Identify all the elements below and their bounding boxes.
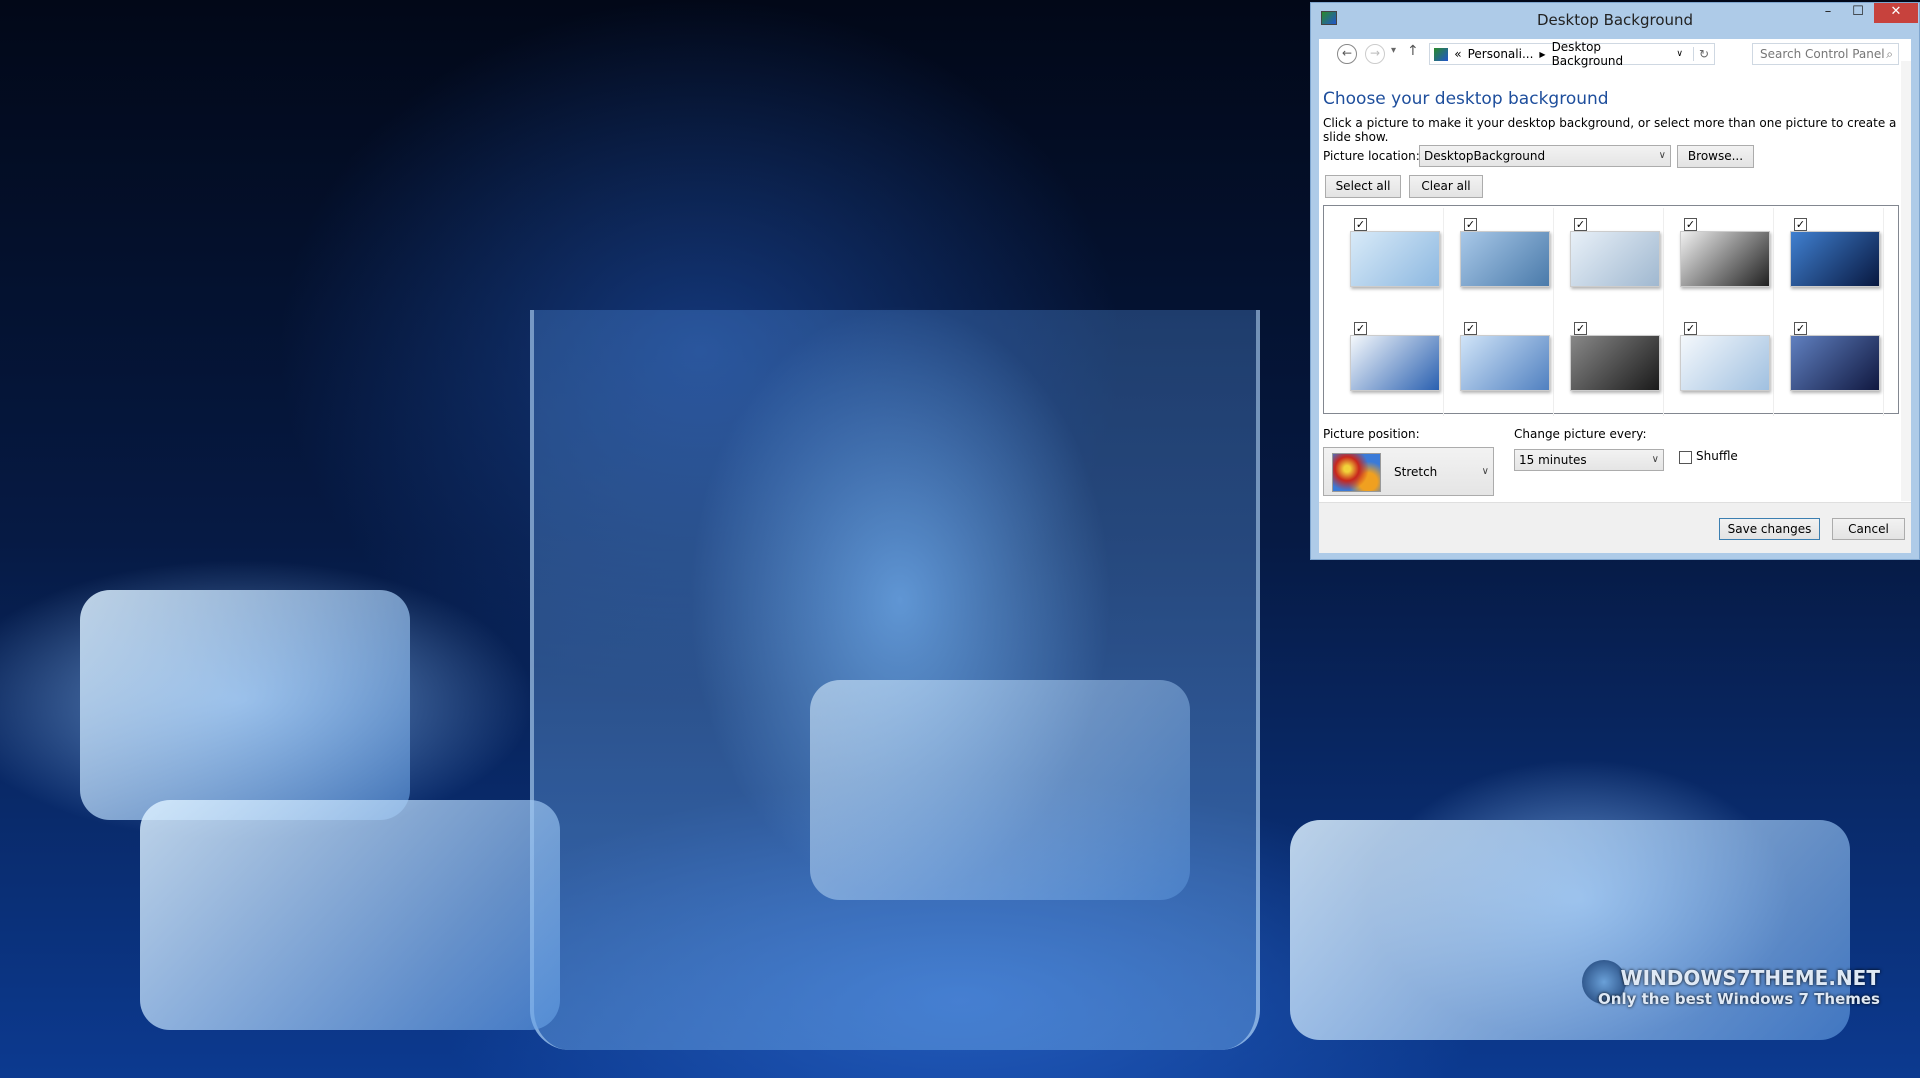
thumbnail-item[interactable]: ✓ bbox=[1554, 312, 1664, 416]
thumbnail-checkbox[interactable]: ✓ bbox=[1794, 322, 1807, 335]
picture-grid: ✓ ✓ ✓ ✓ ✓ ✓ ✓ ✓ ✓ ✓ bbox=[1323, 205, 1899, 416]
recent-pages-button[interactable]: ▾ bbox=[1391, 45, 1396, 56]
search-input[interactable]: Search Control Panel ⌕ bbox=[1752, 43, 1899, 65]
thumbnail-checkbox[interactable]: ✓ bbox=[1574, 218, 1587, 231]
thumbnail-checkbox[interactable]: ✓ bbox=[1354, 218, 1367, 231]
page-description: Click a picture to make it your desktop … bbox=[1323, 116, 1897, 144]
thumbnail-item[interactable]: ✓ bbox=[1554, 208, 1664, 312]
desktop-background-window: Desktop Background – ☐ ✕ ← → ▾ ↑ « Perso… bbox=[1310, 2, 1920, 560]
wallpaper-ice-cube bbox=[810, 680, 1190, 900]
thumbnail-checkbox[interactable]: ✓ bbox=[1464, 322, 1477, 335]
thumbnail-image[interactable] bbox=[1680, 231, 1770, 287]
watermark: WINDOWS7THEME.NET Only the best Windows … bbox=[1598, 966, 1880, 1008]
thumbnail-image[interactable] bbox=[1790, 231, 1880, 287]
picture-position-label: Picture position: bbox=[1323, 427, 1420, 441]
thumbnail-image[interactable] bbox=[1570, 231, 1660, 287]
dialog-footer: Save changes Cancel bbox=[1319, 502, 1911, 553]
thumbnail-item[interactable]: ✓ bbox=[1444, 312, 1554, 416]
thumbnail-checkbox[interactable]: ✓ bbox=[1354, 322, 1367, 335]
select-all-button[interactable]: Select all bbox=[1325, 175, 1401, 198]
thumbnail-checkbox[interactable]: ✓ bbox=[1574, 322, 1587, 335]
breadcrumb-prefix[interactable]: « bbox=[1454, 47, 1461, 61]
thumbnail-item[interactable]: ✓ bbox=[1774, 208, 1884, 312]
browse-button[interactable]: Browse... bbox=[1677, 145, 1754, 168]
thumbnail-item[interactable]: ✓ bbox=[1444, 208, 1554, 312]
chevron-down-icon: ∨ bbox=[1651, 454, 1659, 465]
clear-all-button[interactable]: Clear all bbox=[1409, 175, 1483, 198]
thumbnail-checkbox[interactable]: ✓ bbox=[1794, 218, 1807, 231]
address-dropdown-icon[interactable]: ∨ bbox=[1676, 49, 1687, 59]
thumbnail-image[interactable] bbox=[1680, 335, 1770, 391]
cancel-button[interactable]: Cancel bbox=[1832, 518, 1905, 540]
control-panel-icon bbox=[1434, 47, 1449, 61]
chevron-right-icon: ▶ bbox=[1539, 49, 1546, 59]
breadcrumb-desktop-background[interactable]: Desktop Background bbox=[1552, 40, 1671, 68]
thumbnail-item[interactable]: ✓ bbox=[1334, 208, 1444, 312]
thumbnail-image[interactable] bbox=[1460, 335, 1550, 391]
change-picture-interval-dropdown[interactable]: 15 minutes ∨ bbox=[1514, 449, 1664, 471]
thumbnail-item[interactable]: ✓ bbox=[1774, 312, 1884, 416]
thumbnail-image[interactable] bbox=[1350, 231, 1440, 287]
address-bar[interactable]: « Personali... ▶ Desktop Background ∨ ↻ bbox=[1429, 40, 1715, 68]
thumbnail-image[interactable] bbox=[1350, 335, 1440, 391]
chevron-down-icon: ∨ bbox=[1658, 150, 1666, 161]
chevron-down-icon: ∨ bbox=[1481, 466, 1489, 477]
thumbnail-checkbox[interactable]: ✓ bbox=[1464, 218, 1477, 231]
breadcrumb-personalization[interactable]: Personali... bbox=[1468, 47, 1534, 61]
shuffle-checkbox[interactable] bbox=[1679, 451, 1692, 464]
refresh-button[interactable]: ↻ bbox=[1692, 47, 1714, 61]
close-button[interactable]: ✕ bbox=[1874, 3, 1918, 23]
minimize-button[interactable]: – bbox=[1813, 3, 1843, 23]
search-icon[interactable]: ⌕ bbox=[1886, 44, 1893, 64]
thumbnail-image[interactable] bbox=[1790, 335, 1880, 391]
thumbnail-checkbox[interactable]: ✓ bbox=[1684, 218, 1697, 231]
picture-location-label: Picture location: bbox=[1323, 149, 1420, 163]
shuffle-label[interactable]: Shuffle bbox=[1696, 449, 1738, 463]
thumbnail-image[interactable] bbox=[1460, 231, 1550, 287]
thumbnail-image[interactable] bbox=[1570, 335, 1660, 391]
picture-position-dropdown[interactable]: Stretch ∨ bbox=[1323, 447, 1494, 496]
picture-location-dropdown[interactable]: DesktopBackground ∨ bbox=[1419, 145, 1671, 167]
thumbnail-checkbox[interactable]: ✓ bbox=[1684, 322, 1697, 335]
change-picture-every-label: Change picture every: bbox=[1514, 427, 1647, 441]
back-button[interactable]: ← bbox=[1337, 44, 1357, 64]
wallpaper-ice-cube bbox=[140, 800, 560, 1030]
wallpaper-ice-cube bbox=[80, 590, 410, 820]
picture-position-preview bbox=[1332, 453, 1381, 492]
forward-button[interactable]: → bbox=[1365, 44, 1385, 64]
save-changes-button[interactable]: Save changes bbox=[1719, 518, 1820, 540]
page-heading: Choose your desktop background bbox=[1323, 89, 1609, 109]
window-content: ← → ▾ ↑ « Personali... ▶ Desktop Backgro… bbox=[1319, 39, 1911, 553]
thumbnail-item[interactable]: ✓ bbox=[1664, 208, 1774, 312]
thumbnail-item[interactable]: ✓ bbox=[1334, 312, 1444, 416]
maximize-button[interactable]: ☐ bbox=[1843, 3, 1873, 23]
thumbnail-item[interactable]: ✓ bbox=[1664, 312, 1774, 416]
up-button[interactable]: ↑ bbox=[1407, 43, 1419, 59]
